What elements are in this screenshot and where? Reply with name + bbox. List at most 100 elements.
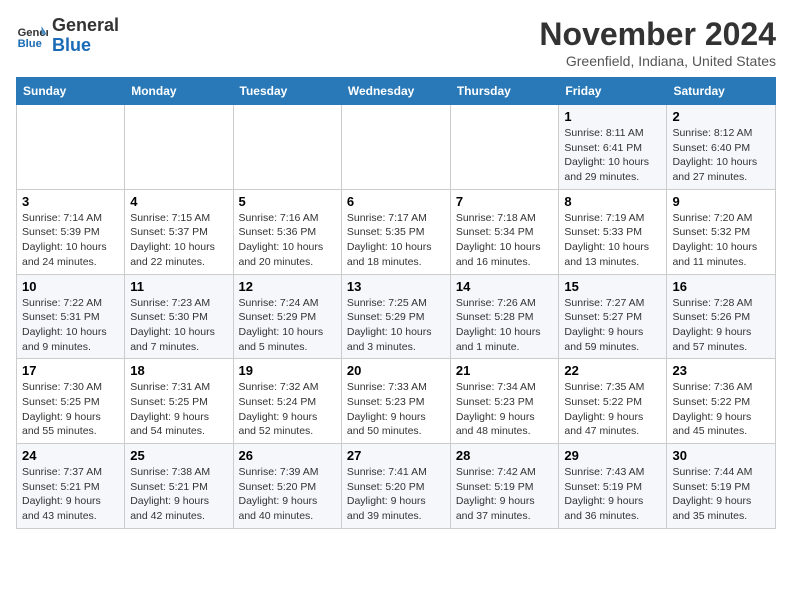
day-info: Sunrise: 7:27 AMSunset: 5:27 PMDaylight:… <box>564 296 661 355</box>
col-header-tuesday: Tuesday <box>233 78 341 105</box>
day-info: Sunrise: 7:23 AMSunset: 5:30 PMDaylight:… <box>130 296 227 355</box>
day-cell: 4 Sunrise: 7:15 AMSunset: 5:37 PMDaylight… <box>125 189 233 274</box>
day-number: 6 <box>347 194 445 209</box>
logo-general-text: General <box>52 15 119 35</box>
header: General Blue General Blue November 2024 … <box>16 16 776 69</box>
day-number: 25 <box>130 448 227 463</box>
day-cell: 10 Sunrise: 7:22 AMSunset: 5:31 PMDayligh… <box>17 274 125 359</box>
day-info: Sunrise: 7:15 AMSunset: 5:37 PMDaylight:… <box>130 211 227 270</box>
col-header-sunday: Sunday <box>17 78 125 105</box>
day-number: 24 <box>22 448 119 463</box>
day-number: 3 <box>22 194 119 209</box>
day-number: 9 <box>672 194 770 209</box>
day-cell <box>17 105 125 190</box>
day-info: Sunrise: 7:36 AMSunset: 5:22 PMDaylight:… <box>672 380 770 439</box>
day-cell: 6Sunrise: 7:17 AMSunset: 5:35 PMDaylight… <box>341 189 450 274</box>
day-info: Sunrise: 8:11 AMSunset: 6:41 PMDaylight:… <box>564 126 661 185</box>
day-cell: 3Sunrise: 7:14 AMSunset: 5:39 PMDaylight… <box>17 189 125 274</box>
day-info: Sunrise: 7:20 AMSunset: 5:32 PMDaylight:… <box>672 211 770 270</box>
day-info: Sunrise: 7:38 AMSunset: 5:21 PMDaylight:… <box>130 465 227 524</box>
col-header-wednesday: Wednesday <box>341 78 450 105</box>
logo-blue-text: Blue <box>52 35 91 55</box>
day-number: 16 <box>672 279 770 294</box>
svg-text:Blue: Blue <box>18 38 42 50</box>
day-cell: 20 Sunrise: 7:33 AMSunset: 5:23 PMDayligh… <box>341 359 450 444</box>
day-cell: 13 Sunrise: 7:25 AMSunset: 5:29 PMDayligh… <box>341 274 450 359</box>
logo: General Blue General Blue <box>16 16 119 56</box>
day-info: Sunrise: 7:44 AMSunset: 5:19 PMDaylight:… <box>672 465 770 524</box>
col-header-thursday: Thursday <box>450 78 559 105</box>
calendar-body: 1 Sunrise: 8:11 AMSunset: 6:41 PMDaylight… <box>17 105 776 529</box>
week-row-2: 3Sunrise: 7:14 AMSunset: 5:39 PMDaylight… <box>17 189 776 274</box>
day-cell: 15 Sunrise: 7:27 AMSunset: 5:27 PMDayligh… <box>559 274 667 359</box>
day-cell: 26 Sunrise: 7:39 AMSunset: 5:20 PMDayligh… <box>233 444 341 529</box>
day-cell: 24 Sunrise: 7:37 AMSunset: 5:21 PMDayligh… <box>17 444 125 529</box>
day-cell: 21 Sunrise: 7:34 AMSunset: 5:23 PMDayligh… <box>450 359 559 444</box>
day-cell: 1 Sunrise: 8:11 AMSunset: 6:41 PMDaylight… <box>559 105 667 190</box>
day-number: 1 <box>564 109 661 124</box>
day-cell: 23 Sunrise: 7:36 AMSunset: 5:22 PMDayligh… <box>667 359 776 444</box>
day-info: Sunrise: 7:33 AMSunset: 5:23 PMDaylight:… <box>347 380 445 439</box>
day-cell: 11 Sunrise: 7:23 AMSunset: 5:30 PMDayligh… <box>125 274 233 359</box>
day-cell: 17 Sunrise: 7:30 AMSunset: 5:25 PMDayligh… <box>17 359 125 444</box>
day-number: 19 <box>239 363 336 378</box>
day-number: 10 <box>22 279 119 294</box>
week-row-1: 1 Sunrise: 8:11 AMSunset: 6:41 PMDaylight… <box>17 105 776 190</box>
day-number: 26 <box>239 448 336 463</box>
day-cell: 19 Sunrise: 7:32 AMSunset: 5:24 PMDayligh… <box>233 359 341 444</box>
day-info: Sunrise: 7:24 AMSunset: 5:29 PMDaylight:… <box>239 296 336 355</box>
subtitle: Greenfield, Indiana, United States <box>539 53 776 69</box>
day-number: 21 <box>456 363 554 378</box>
header-row: SundayMondayTuesdayWednesdayThursdayFrid… <box>17 78 776 105</box>
day-info: Sunrise: 7:42 AMSunset: 5:19 PMDaylight:… <box>456 465 554 524</box>
day-cell: 12Sunrise: 7:24 AMSunset: 5:29 PMDayligh… <box>233 274 341 359</box>
day-number: 27 <box>347 448 445 463</box>
day-cell: 8 Sunrise: 7:19 AMSunset: 5:33 PMDaylight… <box>559 189 667 274</box>
day-number: 18 <box>130 363 227 378</box>
day-number: 30 <box>672 448 770 463</box>
day-number: 29 <box>564 448 661 463</box>
day-info: Sunrise: 7:41 AMSunset: 5:20 PMDaylight:… <box>347 465 445 524</box>
day-cell <box>125 105 233 190</box>
col-header-saturday: Saturday <box>667 78 776 105</box>
day-cell <box>450 105 559 190</box>
day-number: 2 <box>672 109 770 124</box>
day-number: 7 <box>456 194 554 209</box>
day-info: Sunrise: 7:19 AMSunset: 5:33 PMDaylight:… <box>564 211 661 270</box>
week-row-3: 10 Sunrise: 7:22 AMSunset: 5:31 PMDayligh… <box>17 274 776 359</box>
day-number: 23 <box>672 363 770 378</box>
day-info: Sunrise: 7:25 AMSunset: 5:29 PMDaylight:… <box>347 296 445 355</box>
day-info: Sunrise: 7:30 AMSunset: 5:25 PMDaylight:… <box>22 380 119 439</box>
day-number: 14 <box>456 279 554 294</box>
day-info: Sunrise: 7:31 AMSunset: 5:25 PMDaylight:… <box>130 380 227 439</box>
day-info: Sunrise: 8:12 AMSunset: 6:40 PMDaylight:… <box>672 126 770 185</box>
month-title: November 2024 <box>539 16 776 53</box>
day-cell: 29Sunrise: 7:43 AMSunset: 5:19 PMDayligh… <box>559 444 667 529</box>
day-info: Sunrise: 7:35 AMSunset: 5:22 PMDaylight:… <box>564 380 661 439</box>
day-info: Sunrise: 7:34 AMSunset: 5:23 PMDaylight:… <box>456 380 554 439</box>
day-cell: 16Sunrise: 7:28 AMSunset: 5:26 PMDayligh… <box>667 274 776 359</box>
day-info: Sunrise: 7:16 AMSunset: 5:36 PMDaylight:… <box>239 211 336 270</box>
day-cell: 30 Sunrise: 7:44 AMSunset: 5:19 PMDayligh… <box>667 444 776 529</box>
col-header-monday: Monday <box>125 78 233 105</box>
day-cell: 14Sunrise: 7:26 AMSunset: 5:28 PMDayligh… <box>450 274 559 359</box>
day-info: Sunrise: 7:22 AMSunset: 5:31 PMDaylight:… <box>22 296 119 355</box>
day-number: 20 <box>347 363 445 378</box>
day-cell <box>341 105 450 190</box>
day-cell: 18 Sunrise: 7:31 AMSunset: 5:25 PMDayligh… <box>125 359 233 444</box>
day-number: 11 <box>130 279 227 294</box>
day-info: Sunrise: 7:37 AMSunset: 5:21 PMDaylight:… <box>22 465 119 524</box>
calendar-table: SundayMondayTuesdayWednesdayThursdayFrid… <box>16 77 776 529</box>
day-info: Sunrise: 7:39 AMSunset: 5:20 PMDaylight:… <box>239 465 336 524</box>
day-number: 15 <box>564 279 661 294</box>
day-cell: 9 Sunrise: 7:20 AMSunset: 5:32 PMDaylight… <box>667 189 776 274</box>
day-cell: 5Sunrise: 7:16 AMSunset: 5:36 PMDaylight… <box>233 189 341 274</box>
day-number: 4 <box>130 194 227 209</box>
day-cell: 22Sunrise: 7:35 AMSunset: 5:22 PMDayligh… <box>559 359 667 444</box>
week-row-5: 24 Sunrise: 7:37 AMSunset: 5:21 PMDayligh… <box>17 444 776 529</box>
day-number: 8 <box>564 194 661 209</box>
day-info: Sunrise: 7:32 AMSunset: 5:24 PMDaylight:… <box>239 380 336 439</box>
day-number: 13 <box>347 279 445 294</box>
day-number: 17 <box>22 363 119 378</box>
day-cell: 28Sunrise: 7:42 AMSunset: 5:19 PMDayligh… <box>450 444 559 529</box>
